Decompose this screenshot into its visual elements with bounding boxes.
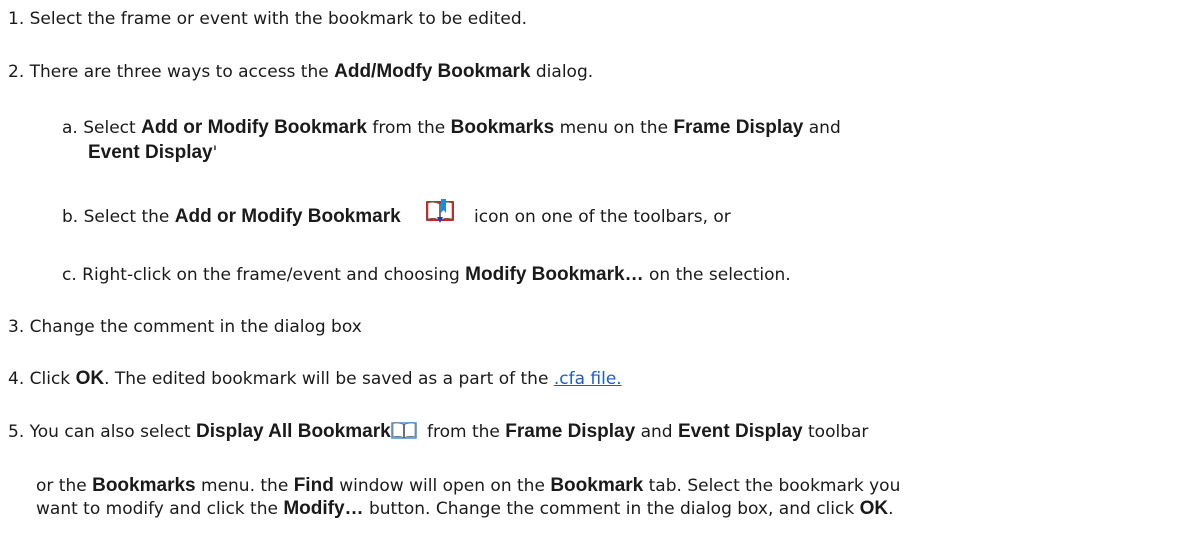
menu-name: Bookmarks bbox=[92, 475, 196, 496]
step-text: . bbox=[888, 499, 894, 519]
step-4: 4. Click OK. The edited bookmark will be… bbox=[8, 368, 622, 390]
window-name: Find bbox=[293, 475, 334, 496]
step-text: You can also select bbox=[29, 422, 197, 442]
context-menu-item-name: Modify Bookmark… bbox=[465, 264, 644, 285]
button-name: OK bbox=[859, 498, 889, 519]
substep-text: ' bbox=[212, 143, 218, 163]
menu-name: Bookmarks bbox=[450, 117, 555, 138]
substep-text: icon on one of the toolbars, or bbox=[474, 207, 731, 227]
add-modify-bookmark-icon bbox=[425, 198, 455, 224]
step-text: and bbox=[635, 422, 678, 442]
step-number: 1. bbox=[8, 9, 25, 29]
step-text: tab. Select the bookmark you bbox=[643, 476, 901, 496]
step-text: from the bbox=[427, 422, 506, 442]
substep-a-continued: Event Display' bbox=[88, 142, 217, 164]
dialog-name: Add/Modfy Bookmark bbox=[334, 61, 531, 82]
substep-c: c. Right-click on the frame/event and ch… bbox=[62, 264, 791, 286]
step-text: Click bbox=[29, 369, 76, 389]
substep-text: on the selection. bbox=[643, 265, 791, 285]
step-1: 1. Select the frame or event with the bo… bbox=[8, 8, 527, 30]
step-text: There are three ways to access the bbox=[29, 62, 335, 82]
step-number: 2. bbox=[8, 62, 25, 82]
step-text: . The edited bookmark will be saved as a… bbox=[104, 369, 554, 389]
substep-letter: c. bbox=[62, 265, 77, 285]
window-name: Event Display bbox=[88, 142, 213, 163]
toolbar-icon-name: Add or Modify Bookmark bbox=[174, 206, 401, 227]
substep-letter: b. bbox=[62, 207, 79, 227]
substep-b-tail: icon on one of the toolbars, or bbox=[474, 206, 731, 228]
substep-text: and bbox=[803, 118, 841, 138]
step-number: 3. bbox=[8, 317, 25, 337]
step-text: button. Change the comment in the dialog… bbox=[363, 499, 860, 519]
step-5-tail: from the Frame Display and Event Display… bbox=[427, 421, 868, 443]
cfa-file-link[interactable]: .cfa file. bbox=[554, 369, 622, 389]
step-5: 5. You can also select Display All Bookm… bbox=[8, 421, 401, 443]
step-text: or the bbox=[36, 476, 93, 496]
window-name: Event Display bbox=[677, 421, 803, 442]
step-text: toolbar bbox=[802, 422, 869, 442]
substep-letter: a. bbox=[62, 118, 78, 138]
button-name: OK bbox=[75, 368, 105, 389]
button-name: Modify… bbox=[283, 498, 364, 519]
step-text: Change the comment in the dialog box bbox=[29, 317, 362, 337]
window-name: Frame Display bbox=[673, 117, 804, 138]
menu-item-name: Add or Modify Bookmark bbox=[141, 117, 367, 138]
step-3: 3. Change the comment in the dialog box bbox=[8, 316, 362, 338]
substep-text: Select the bbox=[83, 207, 175, 227]
tab-name: Bookmark bbox=[550, 475, 644, 496]
step-number: 4. bbox=[8, 369, 25, 389]
substep-text: menu on the bbox=[554, 118, 674, 138]
step-text: want to modify and click the bbox=[36, 499, 284, 519]
substep-text: Select bbox=[83, 118, 142, 138]
display-all-bookmarks-icon bbox=[390, 419, 418, 441]
substep-b: b. Select the Add or Modify Bookmark bbox=[62, 206, 401, 228]
substep-text: Right-click on the frame/event and choos… bbox=[82, 265, 466, 285]
step-text-end: dialog. bbox=[530, 62, 594, 82]
toolbar-icon-name: Display All Bookmarks bbox=[196, 421, 402, 442]
step-text: Select the frame or event with the bookm… bbox=[29, 9, 528, 29]
step-number: 5. bbox=[8, 422, 25, 442]
step-5-continued-1: or the Bookmarks menu. the Find window w… bbox=[36, 475, 900, 497]
window-name: Frame Display bbox=[505, 421, 636, 442]
substep-a: a. Select Add or Modify Bookmark from th… bbox=[62, 117, 841, 139]
step-text: menu. the bbox=[195, 476, 294, 496]
step-5-continued-2: want to modify and click the Modify… but… bbox=[36, 498, 893, 520]
step-2: 2. There are three ways to access the Ad… bbox=[8, 61, 593, 83]
substep-text: from the bbox=[367, 118, 451, 138]
step-text: window will open on the bbox=[333, 476, 551, 496]
